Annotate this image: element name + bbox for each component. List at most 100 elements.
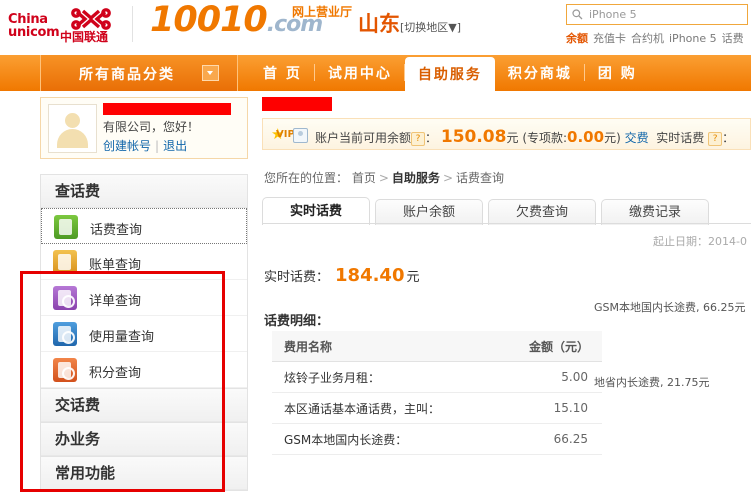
nav-tab-points-mall[interactable]: 积分商城 (495, 55, 585, 91)
hotword-2[interactable]: 合约机 (631, 32, 664, 45)
nav-tab-self-service[interactable]: 自助服务 (404, 57, 495, 91)
realtime-fee-display: 实时话费： 184.40 元 (264, 265, 420, 286)
user-greeting: 有限公司，您好！ (103, 120, 200, 134)
breadcrumb-prefix: 您所在的位置： (264, 171, 349, 185)
breadcrumb-current: 话费查询 (456, 171, 505, 185)
create-account-link[interactable]: 创建帐号 (103, 139, 151, 153)
sidebar-item-label: 话费查询 (90, 223, 143, 238)
page-body: 有限公司，您好！ 创建帐号 | 退出 查话费 话费查询 账单查询 详单查询 使用量查… (0, 91, 751, 500)
tab-arrears-query[interactable]: 欠费查询 (488, 199, 596, 225)
fee-amount: 66.25 (553, 432, 588, 446)
content-tabs: 实时话费 账户余额 欠费查询 缴费记录 (262, 197, 714, 225)
hotword-4[interactable]: 话费 (722, 32, 744, 45)
hotword-3[interactable]: iPhone 5 (669, 32, 717, 45)
help-icon-realtime[interactable]: ? (708, 132, 723, 146)
search-input[interactable]: iPhone 5 (566, 4, 748, 25)
all-categories-label: 所有商品分类 (79, 67, 175, 83)
breadcrumb-home[interactable]: 首页 (352, 171, 376, 185)
redacted-account-name (103, 103, 231, 115)
region-switch-label: [切换地区▼] (400, 21, 462, 34)
sidebar-item-detail-query[interactable]: 详单查询 (41, 280, 247, 316)
hotword-0[interactable]: 余额 (566, 32, 588, 45)
sidebar-item-phone-fee-query[interactable]: 话费查询 (41, 208, 247, 244)
brand-subtitle: 网上营业厅 (292, 5, 353, 19)
fee-amount: 5.00 (561, 370, 588, 384)
table-row: GSM本地国内长途费： 66.25 (272, 424, 602, 455)
table-row: 本区通话基本通话费，主叫： 15.10 (272, 393, 602, 424)
region-selector[interactable]: 山东[切换地区▼] (358, 8, 461, 38)
avatar-body (57, 129, 88, 148)
region-name: 山东 (358, 12, 400, 36)
special-fund-prefix: (专项款: (522, 131, 568, 145)
chevron-down-icon[interactable] (202, 65, 219, 81)
realtime-fee-label: 实时话费 (656, 131, 705, 145)
right-column: ★ VIP 账户当前可用余额?： 150.08元 (专项款:0.00元) 交费 … (262, 97, 751, 500)
hotword-1[interactable]: 充值卡 (593, 32, 626, 45)
logo-line-unicom: unicom (8, 25, 60, 40)
sidebar-item-label: 账单查询 (89, 258, 142, 273)
search-placeholder-text: iPhone 5 (589, 8, 637, 21)
nav-items: 首 页 试用中心 自助服务 积分商城 团 购 (250, 55, 650, 91)
balance-label: 账户当前可用余额 (315, 131, 412, 145)
fee-name: 本区通话基本通话费，主叫： (284, 401, 441, 416)
balance-value: 150.08 (440, 127, 507, 147)
pay-fee-link[interactable]: 交费 (625, 131, 649, 145)
realtime-fee-unit: 元 (406, 270, 420, 285)
tab-payment-records[interactable]: 缴费记录 (601, 199, 709, 225)
search-icon (572, 9, 583, 20)
points-search-icon (53, 358, 77, 382)
table-header-row: 费用名称 金额（元） (272, 331, 602, 362)
column-header-name: 费用名称 (284, 339, 333, 354)
nav-tab-home[interactable]: 首 页 (250, 55, 315, 91)
fee-name: GSM本地国内长途费： (284, 432, 408, 447)
nav-tab-group-buy[interactable]: 团 购 (585, 55, 650, 91)
date-range: 起止日期：2014-0 (653, 235, 747, 248)
page-header: China unicom 中国联通 10010.com 网上营业厅 山东[切换地… (0, 0, 751, 55)
balance-colon: ： (425, 131, 438, 145)
sidebar-section-check-fee[interactable]: 查话费 (41, 174, 247, 208)
sidebar-item-points-query[interactable]: 积分查询 (41, 352, 247, 388)
link-divider: | (155, 139, 160, 153)
vip-label: VIP (276, 129, 295, 140)
logo-chinese-name: 中国联通 (60, 30, 109, 44)
realtime-colon: ： (722, 131, 735, 145)
nav-tab-trial-center[interactable]: 试用中心 (315, 55, 405, 91)
brand-10010[interactable]: 10010.com 网上营业厅 (150, 0, 352, 40)
person-icon (293, 128, 308, 143)
sidebar-item-bill-query[interactable]: 账单查询 (41, 244, 247, 280)
fee-name: 炫铃子业务月租： (284, 370, 381, 385)
detail-search-icon (53, 286, 77, 310)
sidebar-item-label: 详单查询 (89, 294, 142, 309)
balance-bar: ★ VIP 账户当前可用余额?： 150.08元 (专项款:0.00元) 交费 … (262, 118, 751, 150)
left-column: 有限公司，您好！ 创建帐号 | 退出 查话费 话费查询 账单查询 详单查询 使用量查… (40, 97, 248, 491)
breadcrumb-sep-1: > (378, 171, 389, 185)
special-fund-suffix: 元) (604, 131, 621, 145)
sidebar-section-do-business[interactable]: 办业务 (41, 422, 247, 456)
help-icon[interactable]: ? (411, 132, 426, 146)
logout-link[interactable]: 退出 (163, 139, 187, 153)
chart-label-gsm: GSM本地国内长途费, 66.25元 (594, 301, 746, 314)
logo-text: China unicom (8, 13, 60, 40)
table-row: 炫铃子业务月租： 5.00 (272, 362, 602, 393)
realtime-fee-caption: 实时话费： (264, 270, 330, 285)
sidebar-section-common-functions[interactable]: 常用功能 (41, 456, 247, 490)
brand-number: 10010 (150, 0, 268, 40)
sidebar-item-usage-query[interactable]: 使用量查询 (41, 316, 247, 352)
fee-amount: 15.10 (553, 401, 588, 415)
tab-underline (262, 223, 751, 224)
all-categories-button[interactable]: 所有商品分类 (40, 55, 238, 91)
tab-account-balance[interactable]: 账户余额 (375, 199, 483, 225)
sidebar-menu: 查话费 话费查询 账单查询 详单查询 使用量查询 积分查询 交话费 办业务 常用… (40, 174, 248, 491)
breadcrumb-section[interactable]: 自助服务 (392, 171, 440, 185)
main-navigation: 所有商品分类 首 页 试用中心 自助服务 积分商城 团 购 (0, 55, 751, 91)
sidebar-item-label: 使用量查询 (89, 330, 155, 345)
user-links: 创建帐号 | 退出 (103, 137, 187, 154)
sidebar-item-label: 积分查询 (89, 366, 142, 381)
sidebar-section-pay-fee[interactable]: 交话费 (41, 388, 247, 422)
header-divider (132, 6, 133, 42)
column-header-amount: 金额（元） (528, 339, 589, 354)
special-fund-value: 0.00 (567, 128, 605, 146)
tab-realtime-fee[interactable]: 实时话费 (262, 197, 370, 225)
vip-badge: ★ VIP (271, 126, 308, 143)
realtime-fee-amount: 184.40 (335, 265, 405, 286)
